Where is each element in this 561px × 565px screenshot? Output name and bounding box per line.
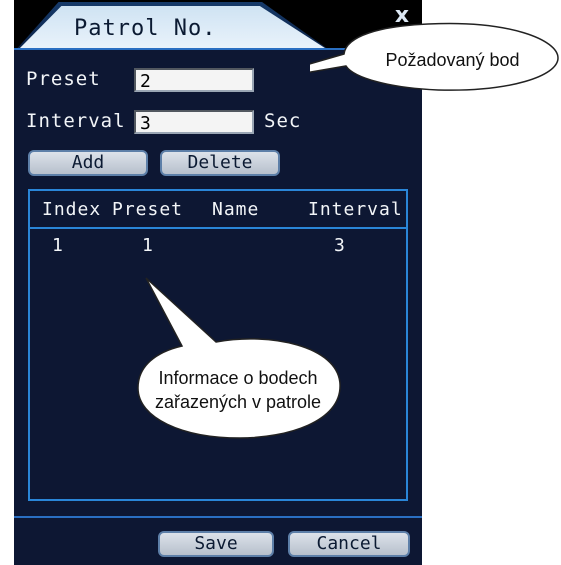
cancel-button[interactable]: Cancel <box>288 531 410 557</box>
table-callout-line2: zařazených v patrole <box>154 392 322 412</box>
header-interval: Interval <box>308 199 403 220</box>
save-button[interactable]: Save <box>158 531 274 557</box>
header-preset: Preset <box>112 199 184 220</box>
preset-callout: Požadovaný bod <box>239 18 560 96</box>
delete-button[interactable]: Delete <box>160 150 280 176</box>
cell-index: 1 <box>52 235 64 256</box>
preset-label: Preset <box>26 68 101 90</box>
preset-input[interactable]: 2 <box>134 68 254 92</box>
dialog-title: Patrol No. <box>74 16 217 41</box>
dialog-title-tab-inner: Patrol No. <box>18 6 328 50</box>
table-callout-line1: Informace o bodech <box>158 368 318 388</box>
footer-divider <box>14 516 422 518</box>
table-header: Index Preset Name Interval <box>30 191 406 229</box>
interval-label: Interval <box>26 110 126 132</box>
interval-unit-label: Sec <box>264 110 302 132</box>
interval-input[interactable]: 3 <box>134 110 254 134</box>
header-name: Name <box>212 199 260 220</box>
header-index: Index <box>42 199 102 220</box>
add-button[interactable]: Add <box>28 150 148 176</box>
preset-callout-text: Požadovaný bod <box>385 50 520 70</box>
table-callout: Informace o bodech zařazených v patrole <box>130 250 370 440</box>
